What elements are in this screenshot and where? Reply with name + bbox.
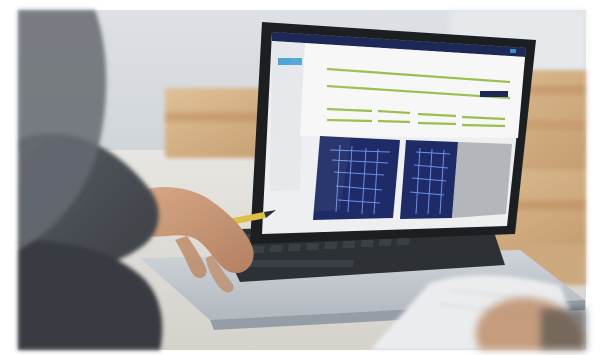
scene-illustration (0, 0, 602, 355)
photo-scene (0, 0, 602, 355)
vignette (18, 10, 586, 350)
